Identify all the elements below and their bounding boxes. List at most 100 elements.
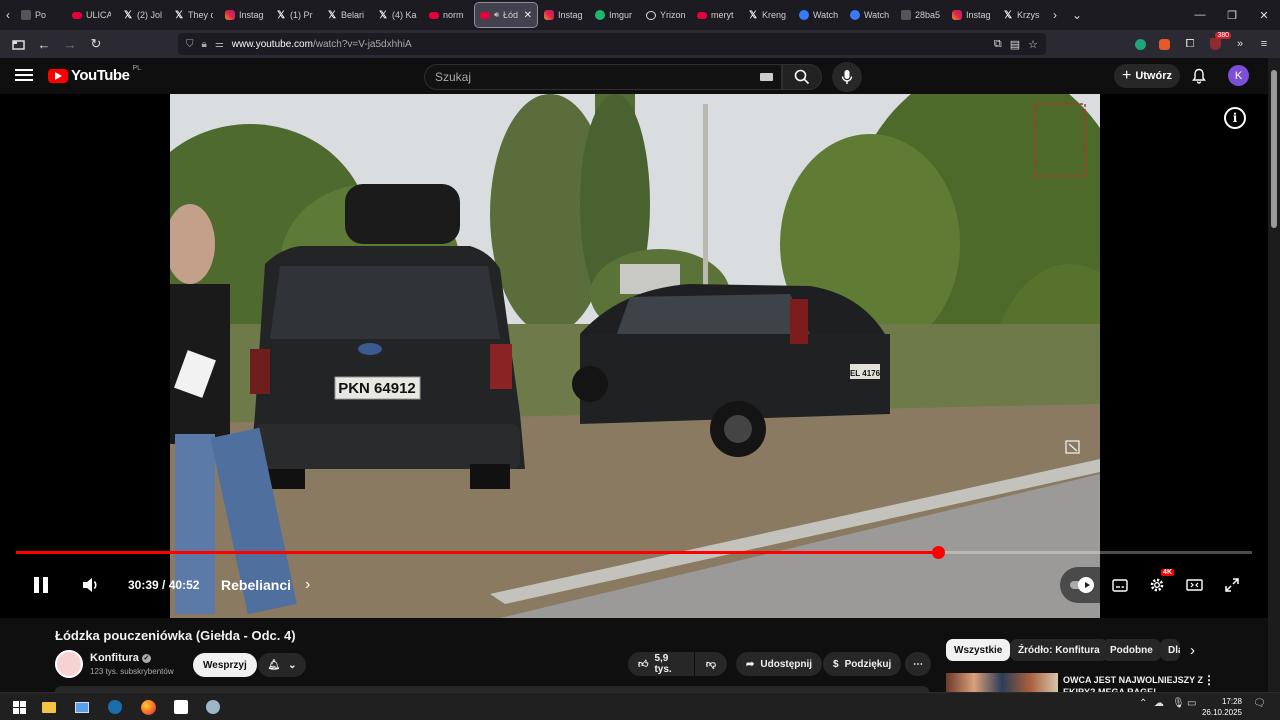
reader-mode-icon[interactable]: ▤ (1010, 38, 1020, 51)
progress-scrubber-handle[interactable] (932, 546, 945, 559)
menu-icon[interactable] (14, 66, 34, 86)
firefox-icon[interactable] (138, 697, 158, 717)
dislike-button[interactable]: 👎︎ (695, 652, 727, 676)
pause-button[interactable] (29, 573, 53, 597)
browser-tab[interactable]: Watch (845, 3, 894, 27)
chapter-button[interactable]: Rebelianci › (221, 573, 310, 597)
close-tab-icon[interactable]: ✕ (524, 10, 532, 21)
fox-extension-icon[interactable] (1154, 34, 1174, 54)
search-button[interactable] (782, 64, 822, 90)
bookmark-star-icon[interactable]: ☆ (1028, 38, 1038, 51)
pinned-app-icon[interactable] (203, 697, 223, 717)
network-icon[interactable]: ▭ (1187, 698, 1196, 709)
browser-tab[interactable]: Instag (947, 3, 996, 27)
tab-scroll-right-icon[interactable]: › (1047, 0, 1063, 30)
theater-mode-button[interactable] (1183, 573, 1205, 597)
browser-tab[interactable]: Imgur (590, 3, 639, 27)
browser-tab[interactable]: 𝕏 Krzys (998, 3, 1047, 27)
account-avatar[interactable]: K (1228, 65, 1249, 86)
chip-all[interactable]: Wszystkie (946, 639, 1011, 661)
video-frame[interactable]: PKN 64912 EL 4176 (170, 94, 1100, 618)
notification-preferences-button[interactable]: 🔔︎ ⌄ (258, 653, 306, 677)
like-button[interactable]: 👍︎ 5,9 tys. (628, 652, 694, 676)
browser-tab[interactable]: Instag (539, 3, 588, 27)
channel-name-row[interactable]: Konfitura ✓ (90, 652, 151, 664)
recommended-video-thumbnail[interactable] (946, 673, 1058, 692)
video-scene-image: PKN 64912 EL 4176 (170, 94, 1100, 618)
chip-related[interactable]: Podobne (1102, 639, 1161, 661)
browser-tab[interactable]: 𝕏 (2) Jol (118, 3, 167, 27)
forward-icon[interactable]: → (58, 32, 82, 56)
share-button[interactable]: ➦ Udostępnij (736, 652, 823, 676)
search-input[interactable]: Szukaj (424, 64, 782, 90)
scrollbar-thumb[interactable] (1271, 70, 1277, 228)
blank-favicon-icon (901, 10, 911, 20)
microphone-tray-icon[interactable]: 🎙︎ (1172, 698, 1185, 709)
browser-tab[interactable]: 𝕏 (4) Ka (373, 3, 422, 27)
browser-tab[interactable]: 𝕏 Kreng (743, 3, 792, 27)
file-explorer-icon[interactable] (39, 697, 59, 717)
browser-tab[interactable]: meryt (692, 3, 741, 27)
system-clock[interactable]: 17:28 26.10.2025 (1202, 696, 1242, 718)
browser-tab[interactable]: 𝕏 They c (169, 3, 218, 27)
channel-avatar[interactable] (55, 650, 83, 678)
chip-for-you[interactable]: Dla (1160, 639, 1180, 661)
volume-button[interactable] (80, 573, 102, 597)
fullscreen-button[interactable] (1221, 573, 1243, 597)
notifications-bell-icon[interactable] (1189, 66, 1209, 86)
start-windows-icon[interactable] (9, 697, 29, 717)
settings-button[interactable]: 4K (1146, 569, 1174, 597)
browser-tab[interactable]: 𝕏 Belari (322, 3, 371, 27)
subtitles-button[interactable] (1109, 573, 1131, 597)
browser-tab[interactable]: 28ba54a2 (896, 3, 945, 27)
computer-icon[interactable] (72, 697, 92, 717)
browser-tab[interactable]: norm (424, 3, 473, 27)
extensions-icon[interactable]: ⧠ (1180, 34, 1200, 54)
video-details: Łódzka pouczeniówka (Giełda - Odc. 4) Ko… (0, 618, 1268, 697)
keyboard-icon[interactable] (760, 73, 773, 81)
chip-source[interactable]: Źródło: Konfitura (1010, 639, 1108, 661)
address-bar[interactable]: ⛉ 🔒︎ ⚌ www.youtube.com/watch?v=V-ja5dxhh… (178, 33, 1046, 55)
picture-in-picture-icon[interactable]: ⧉ (994, 38, 1002, 51)
tab-label: Yrizon (660, 10, 685, 20)
create-button[interactable]: + Utwórz (1114, 64, 1180, 88)
youtube-logo[interactable]: YouTube PL (48, 65, 141, 84)
tray-overflow-icon[interactable]: ⌃ (1139, 698, 1147, 709)
recommended-menu-icon[interactable]: ⋮ (1203, 673, 1215, 687)
progress-bar[interactable] (16, 546, 1252, 559)
tab-scroll-left-icon[interactable]: ‹ (0, 0, 16, 30)
browser-tab[interactable]: Watch (794, 3, 843, 27)
chip-scroll-right-icon[interactable]: › (1190, 642, 1195, 659)
overflow-chevrons-icon[interactable]: » (1230, 34, 1250, 54)
browser-tab[interactable]: Instag (220, 3, 269, 27)
tab-overview-icon[interactable] (6, 32, 30, 56)
more-actions-button[interactable]: ⋯ (905, 652, 931, 676)
app-menu-icon[interactable]: ≡ (1254, 34, 1274, 54)
notes-app-icon[interactable] (171, 697, 191, 717)
steam-icon[interactable] (105, 697, 125, 717)
speaker-icon[interactable]: 🔊︎ (494, 10, 499, 20)
reload-icon[interactable]: ↻ (84, 32, 108, 56)
page-scrollbar[interactable] (1268, 58, 1280, 692)
thanks-button[interactable]: $ Podziękuj (823, 652, 902, 676)
voice-search-button[interactable] (832, 62, 862, 92)
tab-list-dropdown-icon[interactable]: ⌄ (1069, 0, 1085, 30)
onedrive-icon[interactable]: ☁ (1154, 698, 1164, 709)
browser-tab[interactable]: Yrizon (641, 3, 690, 27)
browser-tab[interactable]: 𝕏 (1) Pr (271, 3, 320, 27)
video-player[interactable]: PKN 64912 EL 4176 i 30:39 / 40:52 Rebeli… (0, 94, 1268, 618)
info-icon[interactable]: i (1224, 107, 1246, 129)
browser-tab-active[interactable]: 🔊︎ Łód ✕ (474, 2, 538, 28)
create-label: Utwórz (1135, 70, 1172, 82)
vpn-extension-icon[interactable] (1130, 34, 1150, 54)
browser-tab[interactable]: Po (16, 3, 65, 27)
close-window-icon[interactable]: ✕ (1248, 0, 1280, 30)
support-button[interactable]: Wesprzyj (193, 653, 257, 677)
minimize-icon[interactable]: — (1184, 0, 1216, 30)
autoplay-toggle[interactable] (1060, 567, 1100, 603)
restore-icon[interactable]: ❐ (1216, 0, 1248, 30)
back-icon[interactable]: ← (32, 32, 56, 56)
ublock-extension-icon[interactable]: 380 (1205, 32, 1231, 54)
notifications-icon[interactable]: 🗨︎ (1253, 698, 1266, 709)
browser-tab[interactable]: ULICA (67, 3, 116, 27)
